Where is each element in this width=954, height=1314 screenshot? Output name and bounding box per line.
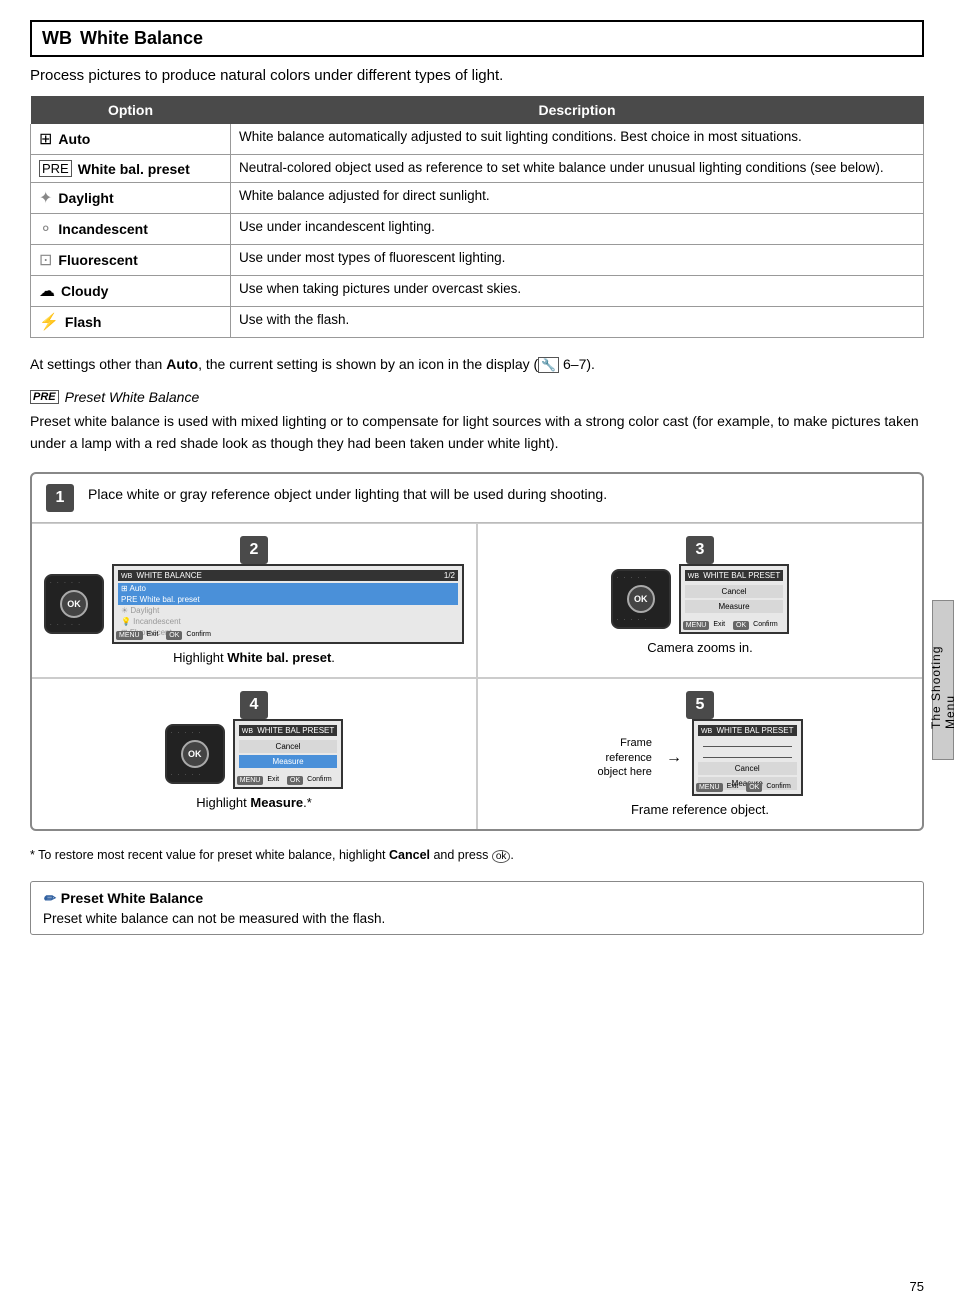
step-4-cancel: Cancel bbox=[239, 740, 338, 753]
step-5-cell: 5 Frame reference object here → WB WHITE… bbox=[477, 678, 922, 829]
note-box: ✏ Preset White Balance Preset white bala… bbox=[30, 881, 924, 935]
step-2-cell: 2 OK · · · · · · · · · · WB WHITE BALANC… bbox=[32, 523, 477, 678]
option-desc-2: White balance adjusted for direct sunlig… bbox=[231, 183, 924, 214]
option-name-2: Daylight bbox=[58, 190, 113, 206]
option-icon-6: ⚡ bbox=[39, 312, 59, 332]
step-4-camera-body: OK · · · · · · · · · · bbox=[165, 724, 225, 784]
step-2-menu-preset: PRE White bal. preset bbox=[118, 594, 458, 605]
wb-options-table: Option Description ⊞ Auto White balance au… bbox=[30, 96, 924, 338]
page-title: White Balance bbox=[80, 28, 203, 49]
option-icon-1: PRE bbox=[39, 160, 72, 177]
step-3-cancel: Cancel bbox=[685, 585, 784, 598]
option-name-5: Cloudy bbox=[61, 283, 108, 299]
option-name-4: Fluorescent bbox=[58, 252, 137, 268]
step-2-number: 2 bbox=[240, 536, 268, 564]
step-3-screen: WB WHITE BAL PRESET Cancel Measure MENUE… bbox=[679, 564, 790, 634]
step-3-camera-body: OK · · · · · · · · · · bbox=[611, 569, 671, 629]
step-5-number: 5 bbox=[686, 691, 714, 719]
steps-container: 1 Place white or gray reference object u… bbox=[30, 472, 924, 831]
step-4-measure: Measure bbox=[239, 755, 338, 768]
option-name-6: Flash bbox=[65, 314, 102, 330]
option-desc-5: Use when taking pictures under overcast … bbox=[231, 276, 924, 307]
option-icon-3: ⚬ bbox=[39, 219, 52, 239]
note-icon: ✏ bbox=[43, 890, 55, 907]
intro-text: Process pictures to produce natural colo… bbox=[30, 67, 924, 84]
step-4-ok-button: OK bbox=[181, 740, 209, 768]
step-2-menu-daylight: ☀ Daylight bbox=[118, 605, 458, 616]
step-3-caption: Camera zooms in. bbox=[647, 640, 752, 655]
step-2-screen-title: WHITE BALANCE bbox=[137, 571, 202, 580]
col-header-option: Option bbox=[31, 96, 231, 124]
option-icon-0: ⊞ bbox=[39, 129, 52, 149]
option-name-1: White bal. preset bbox=[78, 161, 190, 177]
option-name-3: Incandescent bbox=[58, 221, 147, 237]
step-2-caption: Highlight White bal. preset. bbox=[173, 650, 335, 665]
option-desc-4: Use under most types of fluorescent ligh… bbox=[231, 245, 924, 276]
step-3-ok-button: OK bbox=[627, 585, 655, 613]
wb-icon: WB bbox=[42, 28, 72, 49]
step-5-arrow: → bbox=[666, 749, 682, 767]
note-text: Preset white balance can not be measured… bbox=[43, 911, 911, 926]
option-name-0: Auto bbox=[58, 131, 90, 147]
step-4-screen: WB WHITE BAL PRESET Cancel Measure MENUE… bbox=[233, 719, 344, 789]
side-tab: The Shooting Menu bbox=[932, 600, 954, 760]
auto-note: At settings other than Auto, the current… bbox=[30, 354, 924, 375]
option-desc-1: Neutral-colored object used as reference… bbox=[231, 155, 924, 183]
footnote: * To restore most recent value for prese… bbox=[30, 847, 924, 865]
steps-grid: 2 OK · · · · · · · · · · WB WHITE BALANC… bbox=[32, 523, 922, 829]
option-icon-5: ☁ bbox=[39, 281, 55, 301]
preset-heading-icon: PRE bbox=[30, 390, 59, 404]
header-box: WB White Balance bbox=[30, 20, 924, 57]
step-3-cell: 3 OK · · · · · · · · · · WB WHITE BAL PR… bbox=[477, 523, 922, 678]
step-1-number: 1 bbox=[46, 484, 74, 512]
step-2-screen-page: 1/2 bbox=[444, 571, 455, 580]
option-icon-2: ✦ bbox=[39, 188, 52, 208]
step-5-cancel: Cancel bbox=[698, 762, 797, 775]
step-4-caption: Highlight Measure.* bbox=[196, 795, 312, 810]
step-1-text: Place white or gray reference object und… bbox=[88, 484, 607, 505]
option-desc-6: Use with the flash. bbox=[231, 307, 924, 338]
step-2-camera-body: OK · · · · · · · · · · bbox=[44, 574, 104, 634]
note-heading-text: Preset White Balance bbox=[61, 890, 203, 906]
step-4-number: 4 bbox=[240, 691, 268, 719]
option-icon-4: ⊡ bbox=[39, 250, 52, 270]
step-2-screen: WB WHITE BALANCE 1/2 ⊞ Auto PRE White ba… bbox=[112, 564, 464, 644]
step-1-row: 1 Place white or gray reference object u… bbox=[32, 474, 922, 523]
step-2-menu-incandescent: 💡 Incandescent bbox=[118, 616, 458, 627]
step-2-menu-auto: ⊞ Auto bbox=[118, 583, 458, 594]
col-header-desc: Description bbox=[231, 96, 924, 124]
option-desc-3: Use under incandescent lighting. bbox=[231, 214, 924, 245]
preset-desc: Preset white balance is used with mixed … bbox=[30, 411, 924, 454]
step-3-number: 3 bbox=[686, 536, 714, 564]
page-number: 75 bbox=[910, 1279, 924, 1294]
option-desc-0: White balance automatically adjusted to … bbox=[231, 124, 924, 155]
preset-section-heading: PRE Preset White Balance bbox=[30, 389, 924, 405]
step-5-screen: WB WHITE BAL PRESET Cancel Measure MENUE… bbox=[692, 719, 803, 796]
step-3-measure: Measure bbox=[685, 600, 784, 613]
step-2-ok-button: OK bbox=[60, 590, 88, 618]
preset-heading-text: Preset White Balance bbox=[65, 389, 200, 405]
step-5-frame-label: Frame reference object here bbox=[598, 736, 652, 779]
step-5-caption: Frame reference object. bbox=[631, 802, 769, 817]
note-heading: ✏ Preset White Balance bbox=[43, 890, 911, 907]
step-4-cell: 4 OK · · · · · · · · · · WB WHITE BAL PR… bbox=[32, 678, 477, 829]
